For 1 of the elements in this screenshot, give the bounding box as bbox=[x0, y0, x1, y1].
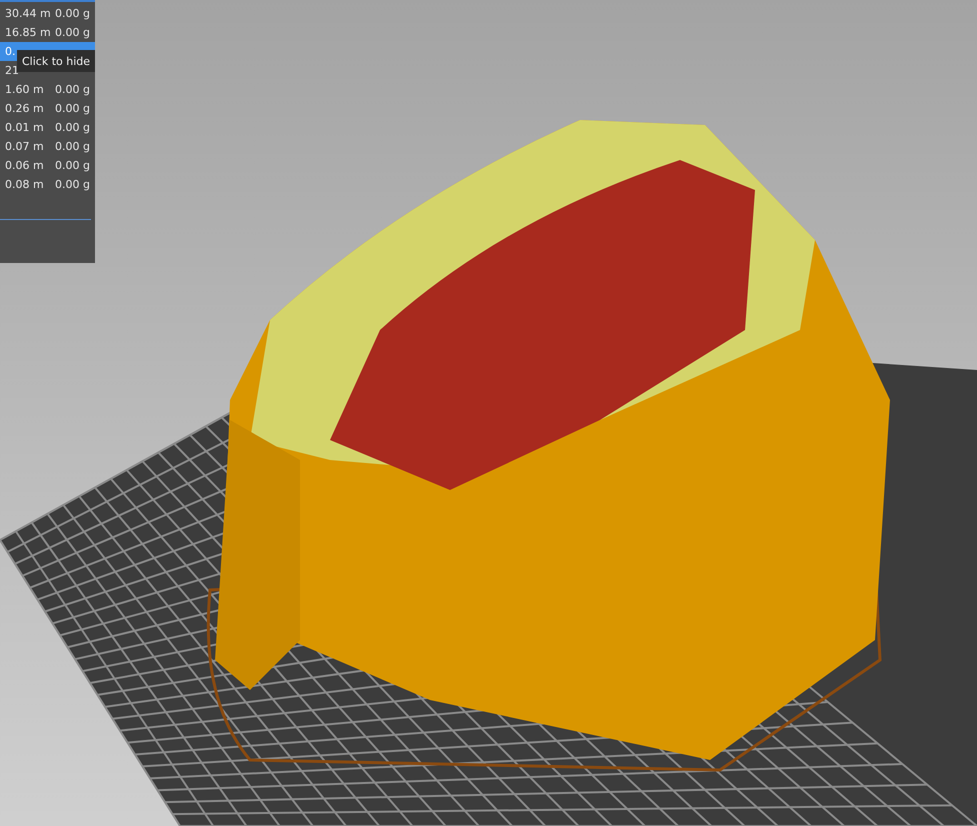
tooltip: Click to hide bbox=[17, 50, 95, 72]
